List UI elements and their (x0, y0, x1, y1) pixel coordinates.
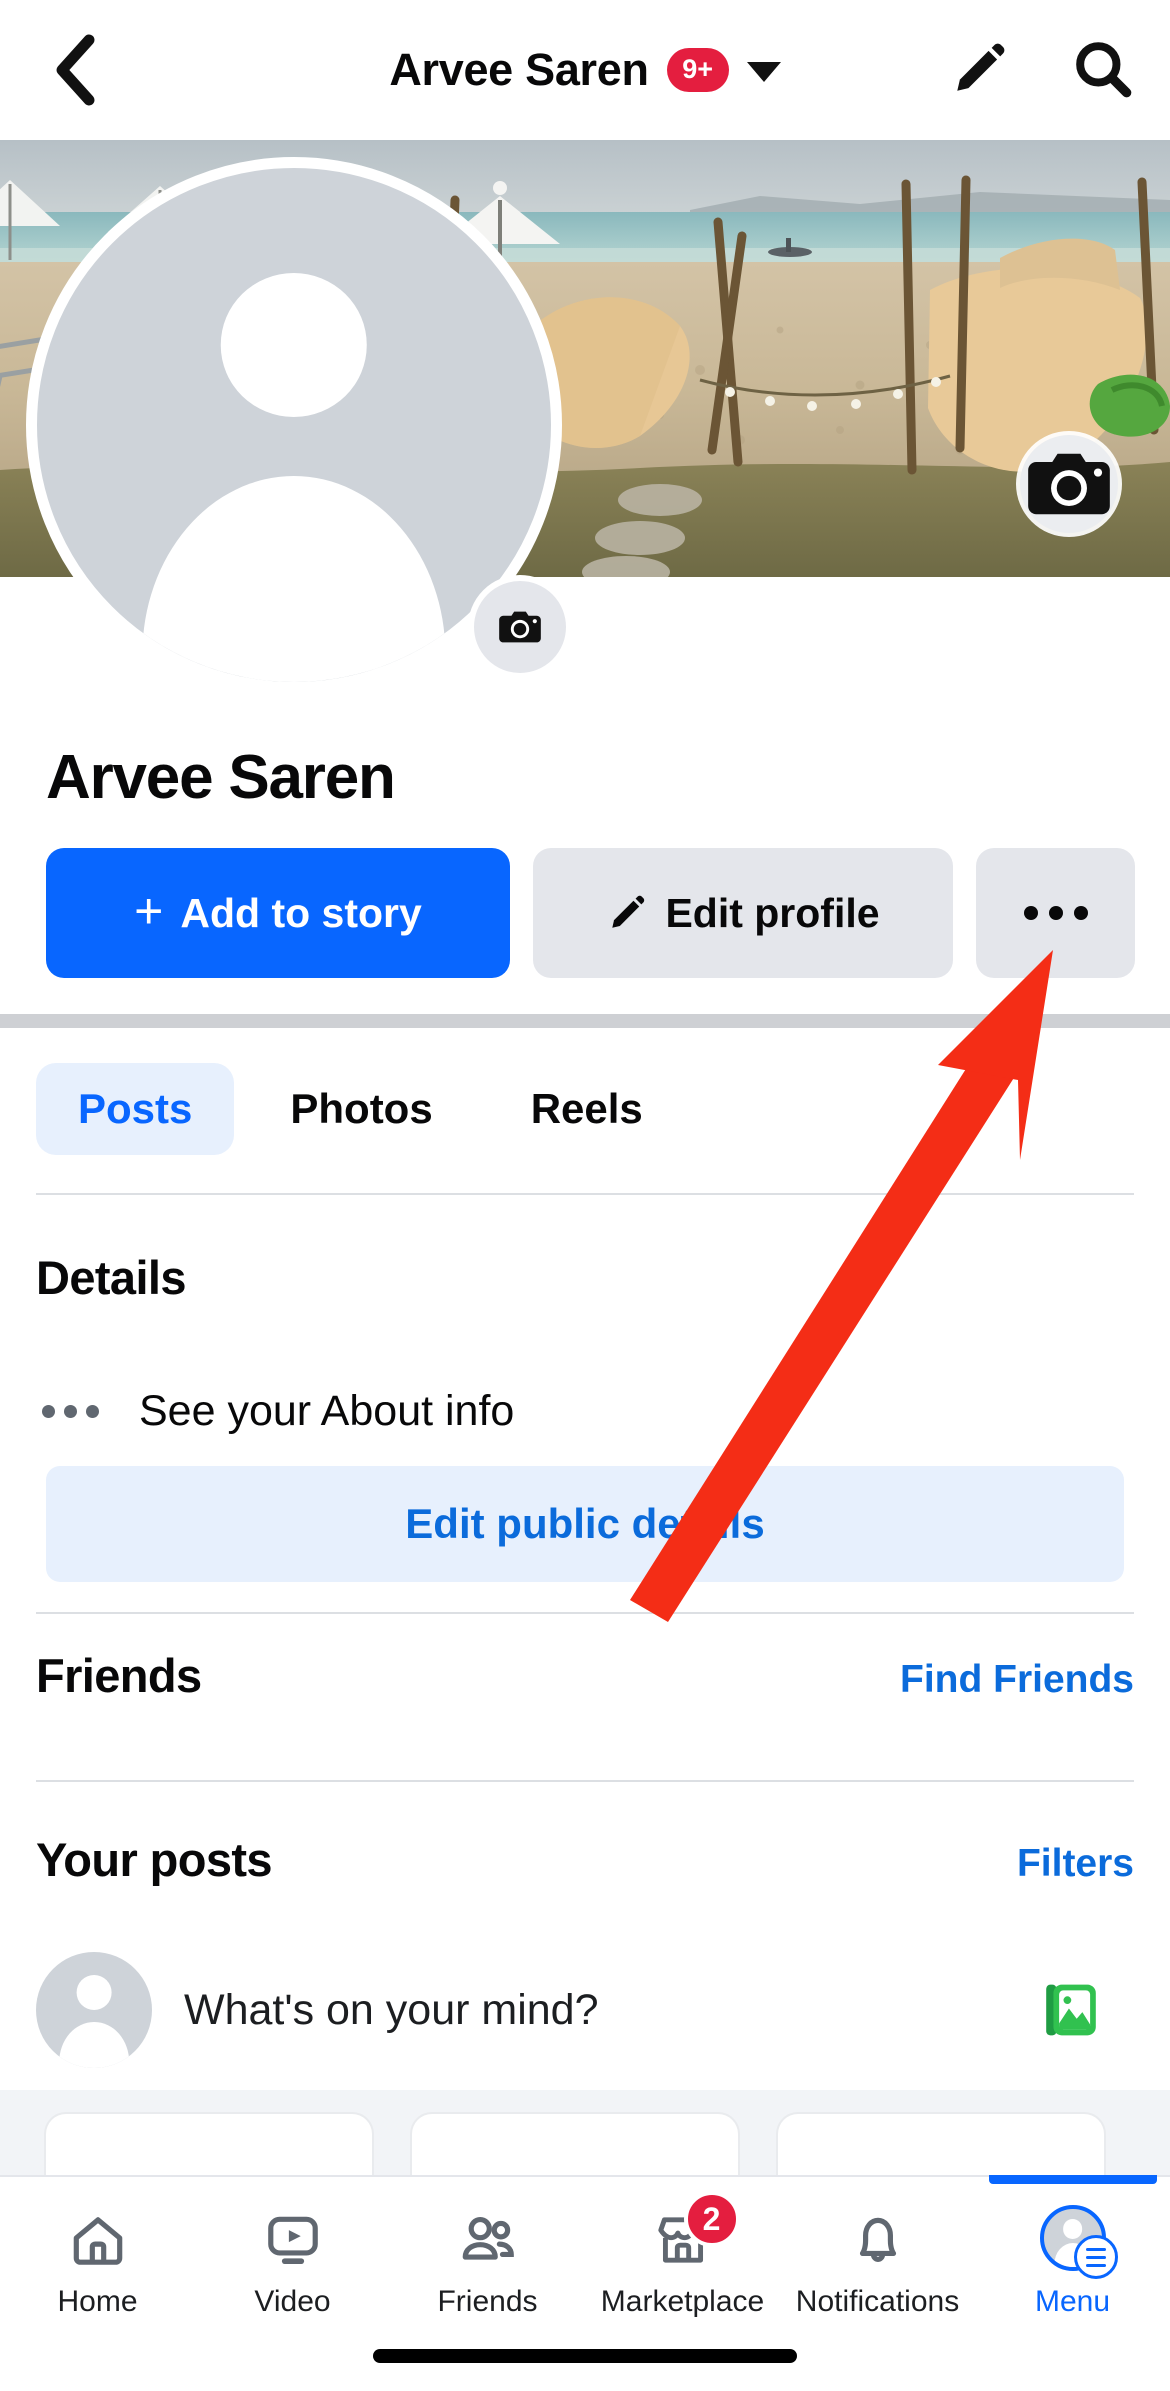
nav-item-home[interactable]: Home (0, 2177, 195, 2355)
chevron-down-icon[interactable] (746, 62, 781, 82)
details-bottom-divider (36, 1612, 1134, 1614)
facebook-profile-screen: Arvee Saren 9+ Arvee Saren + Add to stor… (0, 0, 1170, 2391)
friends-icon (457, 2203, 519, 2271)
page-title: Arvee Saren (389, 44, 649, 95)
search-icon (1076, 42, 1132, 98)
edit-public-details-button[interactable]: Edit public details (46, 1466, 1124, 1582)
nav-item-friends[interactable]: Friends (390, 2177, 585, 2355)
more-options-button[interactable] (976, 848, 1135, 978)
chevron-left-icon (56, 34, 95, 106)
ellipsis-icon (1023, 906, 1088, 920)
photo-library-button[interactable] (1040, 1979, 1102, 2041)
bottom-navigation-bar: Home Video Friends 2 Marketplace Notific… (0, 2175, 1170, 2391)
nav-item-marketplace[interactable]: 2 Marketplace (585, 2177, 780, 2355)
edit-cover-photo-button[interactable] (1020, 435, 1118, 533)
plus-icon: + (134, 882, 164, 939)
composer-placeholder[interactable]: What's on your mind? (184, 1986, 1008, 2035)
home-icon (67, 2203, 129, 2271)
nav-item-video[interactable]: Video (195, 2177, 390, 2355)
pencil-icon (957, 43, 1005, 91)
nav-label: Friends (437, 2285, 538, 2318)
list-item[interactable] (410, 2112, 740, 2175)
profile-action-buttons: + Add to story Edit profile (46, 848, 1135, 978)
find-friends-link[interactable]: Find Friends (900, 1658, 1134, 1702)
section-divider (0, 1014, 1170, 1028)
ellipsis-icon (42, 1404, 99, 1418)
menu-avatar-icon (1039, 2203, 1118, 2279)
details-heading: Details (36, 1251, 187, 1304)
nav-label: Marketplace (600, 2285, 765, 2318)
profile-tabs: Posts Photos Reels (36, 1063, 685, 1155)
marketplace-icon: 2 (652, 2191, 740, 2271)
avatar-body (142, 476, 446, 682)
status-badge: 2 (683, 2191, 740, 2247)
list-item[interactable] (44, 2112, 374, 2175)
hamburger-icon (1073, 2235, 1118, 2279)
pencil-icon (612, 895, 645, 928)
profile-picture-container[interactable] (26, 157, 572, 693)
add-to-story-label: Add to story (180, 889, 422, 936)
tab-posts[interactable]: Posts (36, 1063, 235, 1155)
nav-item-notifications[interactable]: Notifications (780, 2177, 975, 2355)
edit-button[interactable] (940, 30, 1018, 108)
nav-label: Home (57, 2285, 138, 2318)
top-bar-actions (940, 30, 1142, 108)
camera-icon (1028, 453, 1110, 515)
notification-badge: 9+ (666, 48, 729, 92)
tabs-bottom-divider (36, 1193, 1134, 1195)
edit-profile-label: Edit profile (665, 889, 880, 936)
friends-bottom-divider (36, 1780, 1134, 1782)
nav-label: Menu (1034, 2285, 1111, 2318)
tab-reels[interactable]: Reels (489, 1063, 685, 1155)
post-cards-strip (0, 2090, 1170, 2175)
your-posts-heading: Your posts (36, 1833, 273, 1886)
search-button[interactable] (1064, 30, 1142, 108)
avatar-body (59, 2021, 129, 2068)
list-item[interactable] (776, 2112, 1106, 2175)
home-indicator (373, 2349, 797, 2363)
bell-icon (847, 2203, 909, 2271)
profile-display-name: Arvee Saren (46, 743, 396, 812)
active-tab-indicator (988, 2175, 1157, 2184)
tab-photos[interactable]: Photos (248, 1063, 474, 1155)
post-composer-row[interactable]: What's on your mind? (36, 1940, 1134, 2080)
nav-item-menu[interactable]: Menu (975, 2175, 1170, 2355)
bottom-nav-items: Home Video Friends 2 Marketplace Notific… (0, 2175, 1170, 2355)
nav-label: Video (254, 2285, 331, 2318)
nav-label: Notifications (795, 2285, 960, 2318)
photo-library-icon (1046, 1984, 1096, 2036)
filters-link[interactable]: Filters (1017, 1842, 1134, 1886)
edit-profile-picture-button[interactable] (468, 575, 572, 679)
edit-profile-button[interactable]: Edit profile (533, 848, 953, 978)
see-about-info-row[interactable]: See your About info (36, 1368, 1134, 1454)
top-app-bar: Arvee Saren 9+ (0, 0, 1170, 140)
default-avatar-icon (36, 1952, 152, 2068)
see-about-info-label: See your About info (139, 1386, 515, 1435)
add-to-story-button[interactable]: + Add to story (46, 848, 510, 978)
avatar-head (76, 1975, 112, 2010)
camera-icon (499, 611, 541, 643)
video-icon (262, 2203, 324, 2271)
friends-heading: Friends (36, 1649, 202, 1702)
back-button[interactable] (38, 34, 110, 106)
avatar-head (1062, 2219, 1083, 2240)
avatar-head (220, 273, 368, 418)
